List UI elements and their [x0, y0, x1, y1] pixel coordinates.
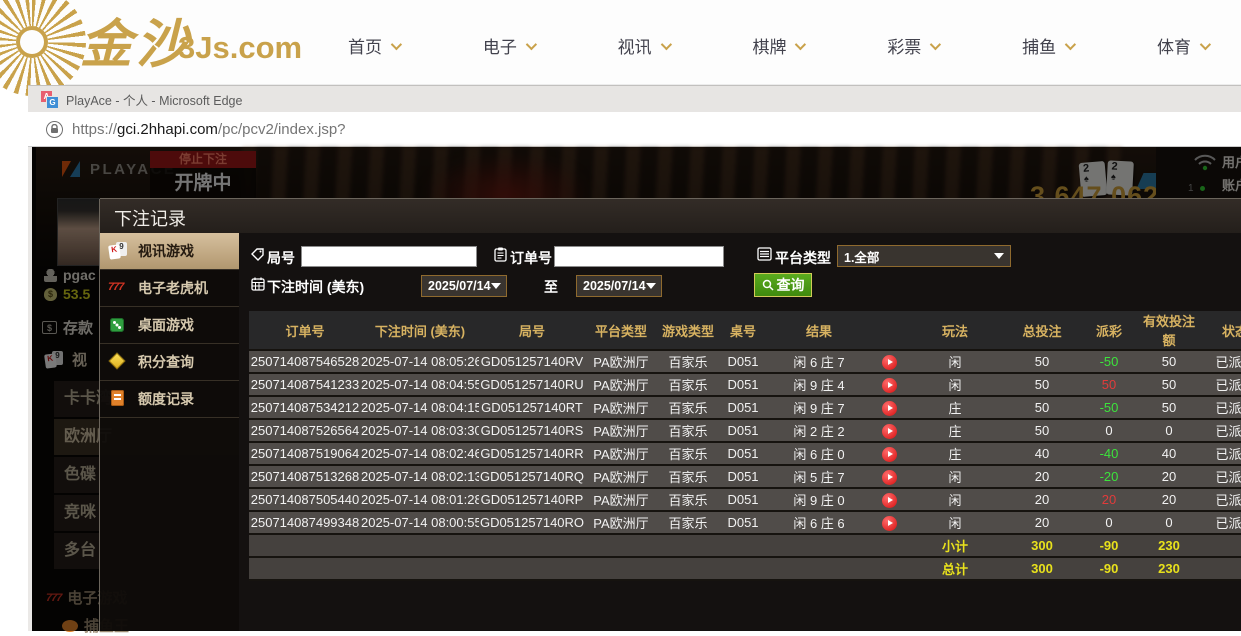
- date-from-picker[interactable]: 2025/07/14: [421, 275, 507, 297]
- nav-item[interactable]: 体育: [1157, 33, 1208, 58]
- dice-icon: [108, 316, 130, 334]
- to-label: 至: [544, 277, 558, 297]
- chevron-down-icon: [1200, 38, 1211, 49]
- chevron-down-icon: [646, 283, 656, 289]
- bet-records-modal: 下注记录 视讯游戏 电子老虎机 桌面游戏 积分查询 额度记录 局号: [100, 199, 1241, 631]
- table-row: 250714087526564 2025-07-14 08:03:30 GD05…: [249, 419, 1241, 442]
- column-header: 结果: [767, 311, 871, 350]
- column-header: 总投注: [1003, 311, 1081, 350]
- search-button[interactable]: 查询: [754, 273, 812, 297]
- nav-item[interactable]: 首页: [348, 33, 399, 58]
- round-number-input[interactable]: [301, 246, 477, 267]
- table-row: 250714087541233 2025-07-14 08:04:55 GD05…: [249, 373, 1241, 396]
- browser-urlbar[interactable]: https://gci.2hhapi.com/pc/pcv2/index.jsp…: [28, 112, 1241, 147]
- search-icon: [762, 279, 774, 291]
- modal-title: 下注记录: [114, 205, 186, 231]
- column-header: 桌号: [719, 311, 767, 350]
- nav-item[interactable]: 捕鱼: [1022, 33, 1073, 58]
- play-video-icon[interactable]: [882, 493, 897, 508]
- column-header: 游戏类型: [657, 311, 719, 350]
- table-row: 250714087513268 2025-07-14 08:02:13 GD05…: [249, 465, 1241, 488]
- play-video-icon[interactable]: [882, 424, 897, 439]
- column-header: 订单号: [249, 311, 361, 350]
- column-header: 平台类型: [585, 311, 657, 350]
- chevron-down-icon: [930, 38, 941, 49]
- nav-item[interactable]: 视讯: [618, 33, 669, 58]
- play-video-icon[interactable]: [882, 401, 897, 416]
- site-sun-logo-icon: [0, 0, 86, 96]
- modal-content: 局号 订单号 平台类型 1.全部 下注时间: [239, 233, 1241, 631]
- table-row: 250714087546528 2025-07-14 08:05:26 GD05…: [249, 350, 1241, 373]
- table-row: 250714087519064 2025-07-14 08:02:46 GD05…: [249, 442, 1241, 465]
- column-header: 有效投注额: [1137, 311, 1201, 350]
- subtotal-row: 小计 300 -90 230: [249, 534, 1241, 557]
- lock-icon: [46, 121, 63, 138]
- slot-icon: [108, 279, 130, 297]
- play-video-icon[interactable]: [882, 447, 897, 462]
- modal-tab[interactable]: 电子老虎机: [100, 270, 239, 307]
- play-video-icon[interactable]: [882, 355, 897, 370]
- play-video-icon[interactable]: [882, 516, 897, 531]
- url-text[interactable]: https://gci.2hhapi.com/pc/pcv2/index.jsp…: [72, 121, 346, 138]
- table-header-row: 订单号下注时间 (美东)局号平台类型游戏类型桌号结果玩法总投注派彩有效投注额状态: [249, 311, 1241, 350]
- table-body: 250714087546528 2025-07-14 08:05:26 GD05…: [249, 350, 1241, 534]
- column-header: 局号: [479, 311, 585, 350]
- column-header: [871, 311, 907, 350]
- round-number-label: 局号: [267, 248, 295, 268]
- total-label: 总计: [907, 557, 1003, 580]
- column-header: 派彩: [1081, 311, 1137, 350]
- chevron-down-icon: [526, 38, 537, 49]
- site-logo-domain: 3Js.com: [178, 30, 302, 66]
- subtotal-label: 小计: [907, 534, 1003, 557]
- cards-icon: [108, 242, 130, 260]
- order-number-input[interactable]: [554, 246, 724, 267]
- chevron-down-icon: [660, 38, 671, 49]
- total-row: 总计 300 -90 230: [249, 557, 1241, 580]
- modal-tab[interactable]: 额度记录: [100, 381, 239, 418]
- document-icon: [108, 390, 130, 408]
- column-header: 玩法: [907, 311, 1003, 350]
- modal-titlebar: 下注记录: [100, 199, 1241, 233]
- nav-item[interactable]: 棋牌: [752, 33, 803, 58]
- bet-records-table: 订单号下注时间 (美东)局号平台类型游戏类型桌号结果玩法总投注派彩有效投注额状态…: [249, 311, 1241, 581]
- chevron-down-icon: [491, 283, 501, 289]
- calendar-icon: [251, 277, 265, 296]
- clipboard-icon: [494, 247, 507, 267]
- browser-window: AG PlayAce - 个人 - Microsoft Edge https:/…: [28, 85, 1241, 630]
- chevron-down-icon: [795, 38, 806, 49]
- play-video-icon[interactable]: [882, 378, 897, 393]
- tag-icon: [251, 248, 265, 267]
- playace-favicon-icon: AG: [41, 91, 57, 107]
- site-header: 金沙 3Js.com 首页 电子 视讯 棋牌 彩票 捕鱼 体育: [0, 0, 1241, 85]
- modal-tab[interactable]: 桌面游戏: [100, 307, 239, 344]
- modal-tab[interactable]: 视讯游戏: [100, 233, 239, 270]
- diamond-icon: [108, 353, 130, 371]
- game-page: PLAYACE 停止下注 开牌中 2♠ 2♠ 3,647,062.96 用户名称…: [28, 147, 1241, 631]
- column-header: 状态: [1201, 311, 1241, 350]
- nav-item[interactable]: 电子: [483, 33, 534, 58]
- play-video-icon[interactable]: [882, 470, 897, 485]
- bet-time-label: 下注时间 (美东): [267, 277, 364, 297]
- chevron-down-icon: [1065, 38, 1076, 49]
- table-row: 250714087534212 2025-07-14 08:04:15 GD05…: [249, 396, 1241, 419]
- date-to-picker[interactable]: 2025/07/14: [576, 275, 662, 297]
- table-row: 250714087505440 2025-07-14 08:01:28 GD05…: [249, 488, 1241, 511]
- order-number-label: 订单号: [510, 248, 552, 268]
- nav-item[interactable]: 彩票: [887, 33, 938, 58]
- platform-type-label: 平台类型: [775, 248, 831, 268]
- modal-tab[interactable]: 积分查询: [100, 344, 239, 381]
- site-logo-cn: 金沙: [80, 2, 192, 77]
- window-title: PlayAce - 个人 - Microsoft Edge: [66, 90, 242, 109]
- platform-type-select[interactable]: 1.全部: [837, 245, 1011, 267]
- platform-list-icon: [757, 247, 772, 266]
- browser-titlebar[interactable]: AG PlayAce - 个人 - Microsoft Edge: [28, 86, 1241, 112]
- table-row: 250714087499348 2025-07-14 08:00:55 GD05…: [249, 511, 1241, 534]
- modal-tab-list: 视讯游戏 电子老虎机 桌面游戏 积分查询 额度记录: [100, 233, 239, 631]
- main-nav: 首页 电子 视讯 棋牌 彩票 捕鱼 体育: [348, 33, 1208, 58]
- chevron-down-icon: [994, 253, 1004, 259]
- column-header: 下注时间 (美东): [361, 311, 479, 350]
- chevron-down-icon: [391, 38, 402, 49]
